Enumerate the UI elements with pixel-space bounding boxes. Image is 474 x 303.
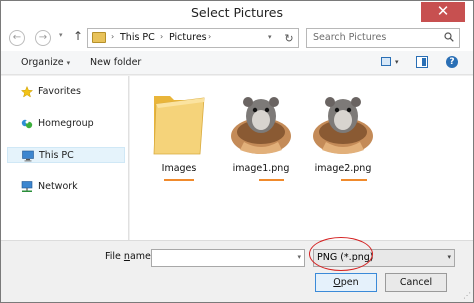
search-icon xyxy=(444,32,454,42)
search-placeholder: Search Pictures xyxy=(313,32,387,43)
view-options-dropdown[interactable]: ▾ xyxy=(395,58,399,66)
new-folder-button[interactable]: New folder xyxy=(90,57,141,68)
sidebar-item-this-pc[interactable]: This PC xyxy=(7,147,125,163)
file-item-image1[interactable]: image1.png xyxy=(226,86,296,186)
navigation-bar: ← → ▾ ↑ › This PC › Pictures › ▾ ↻ Searc… xyxy=(1,25,473,51)
homegroup-icon xyxy=(21,119,33,129)
sidebar-item-label: Network xyxy=(38,181,78,192)
navigation-pane: Favorites Homegroup This PC Network xyxy=(1,76,129,240)
address-bar[interactable]: › This PC › Pictures › ▾ ↻ xyxy=(87,28,299,48)
resize-grip-icon[interactable]: ⋰ xyxy=(463,291,471,300)
annotation-circle xyxy=(309,237,373,271)
bottom-panel: File name: ▾ PNG (*.png) ▾ Open Cancel ⋰ xyxy=(1,240,473,302)
title-bar: Select Pictures ✕ xyxy=(1,1,473,25)
folder-icon xyxy=(153,96,205,155)
address-dropdown[interactable]: ▾ xyxy=(268,33,272,41)
recent-locations-dropdown[interactable]: ▾ xyxy=(59,31,63,39)
command-bar: Organize ▾ New folder ▾ ? xyxy=(1,51,473,75)
forward-button[interactable]: → xyxy=(35,30,51,46)
back-button[interactable]: ← xyxy=(9,30,25,46)
file-item-image2[interactable]: image2.png xyxy=(308,86,378,186)
network-icon xyxy=(21,181,33,192)
file-name: image2.png xyxy=(314,163,372,174)
file-name-input[interactable]: ▾ xyxy=(151,249,305,267)
annotation-underline xyxy=(259,179,284,181)
search-input[interactable]: Search Pictures xyxy=(306,28,460,48)
up-button[interactable]: ↑ xyxy=(73,29,83,43)
breadcrumb-this-pc[interactable]: This PC xyxy=(120,32,155,43)
organize-button[interactable]: Organize ▾ xyxy=(21,57,70,68)
annotation-underline xyxy=(341,179,367,181)
file-name: image1.png xyxy=(232,163,290,174)
sidebar-item-label: This PC xyxy=(39,150,74,161)
sidebar-item-label: Homegroup xyxy=(38,118,94,129)
breadcrumb-separator[interactable]: › xyxy=(208,32,211,41)
breadcrumb-separator[interactable]: › xyxy=(160,32,163,41)
file-list: Images image1.png image2.png xyxy=(130,76,473,240)
sidebar-item-homegroup[interactable]: Homegroup xyxy=(7,116,125,132)
hamster-thumbnail xyxy=(313,97,373,154)
open-button[interactable]: Open xyxy=(315,273,377,292)
sidebar-item-network[interactable]: Network xyxy=(7,179,125,195)
folder-icon xyxy=(92,32,106,43)
breadcrumb-pictures[interactable]: Pictures xyxy=(169,32,207,43)
hamster-thumbnail xyxy=(231,97,291,154)
chevron-down-icon: ▾ xyxy=(447,253,451,261)
file-name-label: File name: xyxy=(105,251,155,262)
preview-pane-icon[interactable] xyxy=(416,56,428,68)
cancel-button[interactable]: Cancel xyxy=(385,273,447,292)
sidebar-item-favorites[interactable]: Favorites xyxy=(7,84,125,100)
organize-label: Organize xyxy=(21,57,64,68)
annotation-underline xyxy=(164,179,194,181)
close-button[interactable]: ✕ xyxy=(421,2,465,22)
help-icon[interactable]: ? xyxy=(446,56,458,68)
dialog-title: Select Pictures xyxy=(190,5,284,20)
file-name: Images xyxy=(161,163,197,174)
change-view-icon[interactable] xyxy=(381,57,391,66)
sidebar-item-label: Favorites xyxy=(38,86,81,97)
breadcrumb-separator[interactable]: › xyxy=(111,32,114,41)
refresh-button[interactable]: ↻ xyxy=(282,32,296,45)
select-pictures-dialog: Select Pictures ✕ ← → ▾ ↑ › This PC › Pi… xyxy=(0,0,474,303)
file-item-images[interactable]: Images xyxy=(144,86,214,186)
computer-icon xyxy=(22,150,34,162)
star-icon xyxy=(21,86,33,98)
chevron-down-icon: ▾ xyxy=(66,59,71,67)
chevron-down-icon[interactable]: ▾ xyxy=(297,253,301,261)
